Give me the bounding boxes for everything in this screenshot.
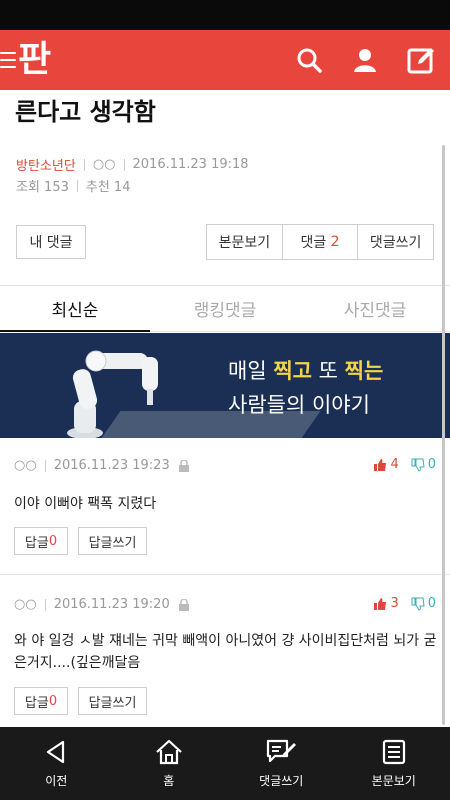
app-logo[interactable]: 판 — [0, 36, 51, 84]
nav-write-comment[interactable]: 댓글쓰기 — [225, 727, 338, 800]
tab-ranking[interactable]: 랭킹댓글 — [150, 286, 300, 331]
nav-home[interactable]: 홈 — [113, 727, 226, 800]
nav-label: 댓글쓰기 — [259, 774, 304, 788]
comments-label: 댓글 — [300, 235, 327, 251]
app-header: 판 — [0, 30, 450, 90]
write-reply-button[interactable]: 답글쓰기 — [78, 687, 147, 715]
dislike-count: 0 — [427, 457, 436, 472]
reply-count: 0 — [48, 533, 58, 549]
banner-highlight: 찍는 — [344, 359, 384, 383]
banner-text: 매일 — [228, 359, 274, 383]
scrollbar[interactable] — [442, 145, 445, 725]
nav-back[interactable]: 이전 — [0, 727, 113, 800]
divider — [44, 598, 46, 611]
comments-button[interactable]: 댓글 2 — [281, 225, 358, 259]
divider — [123, 158, 125, 171]
write-comment-icon — [267, 739, 297, 763]
reply-button[interactable]: 답글 0 — [14, 527, 68, 555]
recommend-count: 추천 14 — [85, 180, 131, 195]
comment-tabs: 최신순 랭킹댓글 사진댓글 — [0, 285, 450, 332]
banner-text: 또 — [311, 359, 345, 383]
search-icon[interactable] — [292, 43, 326, 77]
divider — [76, 179, 78, 192]
back-triangle-icon — [47, 740, 65, 764]
reply-button[interactable]: 답글 0 — [14, 687, 68, 715]
comment-text: 와 야 일겅 ㅅ발 쟤네는 귀막 빼액이 아니였어 걍 사이비집단처럼 뇌가 굳… — [14, 633, 437, 671]
comment-author: ○○ — [14, 597, 37, 612]
comments-count: 2 — [330, 234, 340, 250]
thumbs-down-icon — [411, 458, 425, 472]
nav-view-post[interactable]: 본문보기 — [338, 727, 450, 800]
reply-count: 0 — [48, 693, 58, 709]
reply-label: 답글 — [24, 535, 49, 551]
robot-arm-icon — [67, 350, 158, 438]
comment-meta: ○○ 2016.11.23 19:20 — [14, 597, 190, 612]
ad-banner[interactable]: 매일 찍고 또 찍는 사람들의 이야기 — [0, 333, 450, 438]
reply-label: 답글 — [24, 695, 49, 711]
post-action-group: 본문보기 댓글 2 댓글쓰기 — [206, 224, 434, 260]
tab-photo[interactable]: 사진댓글 — [300, 286, 450, 331]
post-datetime: 2016.11.23 19:18 — [132, 157, 249, 172]
banner-line-1: 매일 찍고 또 찍는 — [228, 355, 383, 385]
anon-marks: ○○ — [92, 157, 116, 172]
comment-datetime: 2016.11.23 19:20 — [53, 597, 170, 612]
post-stats: 조회 153 추천 14 — [16, 176, 130, 195]
status-bar — [0, 0, 450, 30]
comment-meta: ○○ 2016.11.23 19:23 — [14, 458, 190, 473]
divider — [44, 459, 46, 472]
write-comment-button[interactable]: 댓글쓰기 — [357, 225, 433, 259]
comment-votes: 4 0 — [373, 457, 436, 472]
thumbs-down-icon — [411, 597, 425, 611]
comment-item: ○○ 2016.11.23 19:23 4 0 이야 이뻐야 팩폭 지렸다 답글… — [0, 438, 450, 575]
user-icon[interactable] — [348, 43, 382, 77]
views-count: 조회 153 — [16, 180, 69, 195]
banner-line-2: 사람들의 이야기 — [228, 393, 370, 417]
dislike-count: 0 — [427, 596, 436, 611]
post-meta: 방탄소년단 ○○ 2016.11.23 19:18 — [16, 155, 249, 174]
menu-icon[interactable] — [0, 52, 16, 68]
write-reply-button[interactable]: 답글쓰기 — [78, 527, 147, 555]
write-post-icon[interactable] — [404, 43, 438, 77]
post-content: 른다고 생각함 방탄소년단 ○○ 2016.11.23 19:18 조회 153… — [0, 90, 450, 727]
post-title: 른다고 생각함 — [15, 98, 156, 126]
like-button[interactable]: 3 — [373, 596, 399, 611]
comment-author: ○○ — [14, 458, 37, 473]
dislike-button[interactable]: 0 — [411, 457, 436, 472]
nav-label: 홈 — [163, 774, 175, 788]
lock-icon — [178, 459, 189, 472]
my-comments-button[interactable]: 내 댓글 — [16, 225, 86, 259]
comment-votes: 3 0 — [373, 596, 436, 611]
tab-latest[interactable]: 최신순 — [0, 286, 150, 332]
like-count: 4 — [390, 457, 399, 472]
dislike-button[interactable]: 0 — [411, 596, 436, 611]
thumbs-up-icon — [374, 597, 387, 610]
divider — [83, 158, 85, 171]
like-button[interactable]: 4 — [373, 457, 399, 472]
nav-label: 본문보기 — [371, 774, 416, 788]
document-icon — [382, 739, 405, 765]
bottom-nav: 이전 홈 댓글쓰기 본문보기 — [0, 727, 450, 800]
home-icon — [156, 739, 182, 765]
lock-icon — [178, 598, 189, 611]
post-author[interactable]: 방탄소년단 — [16, 155, 76, 174]
comment-text: 이야 이뻐야 팩폭 지렸다 — [14, 496, 157, 512]
comment-item: ○○ 2016.11.23 19:20 3 0 와 야 일겅 ㅅ발 쟤네는 귀막… — [0, 576, 450, 727]
comment-datetime: 2016.11.23 19:23 — [53, 458, 170, 473]
like-count: 3 — [390, 596, 399, 611]
logo-text: 판 — [18, 39, 51, 80]
thumbs-up-icon — [374, 458, 387, 471]
nav-label: 이전 — [45, 774, 68, 788]
banner-highlight: 찍고 — [273, 359, 312, 383]
view-post-button[interactable]: 본문보기 — [207, 225, 282, 259]
